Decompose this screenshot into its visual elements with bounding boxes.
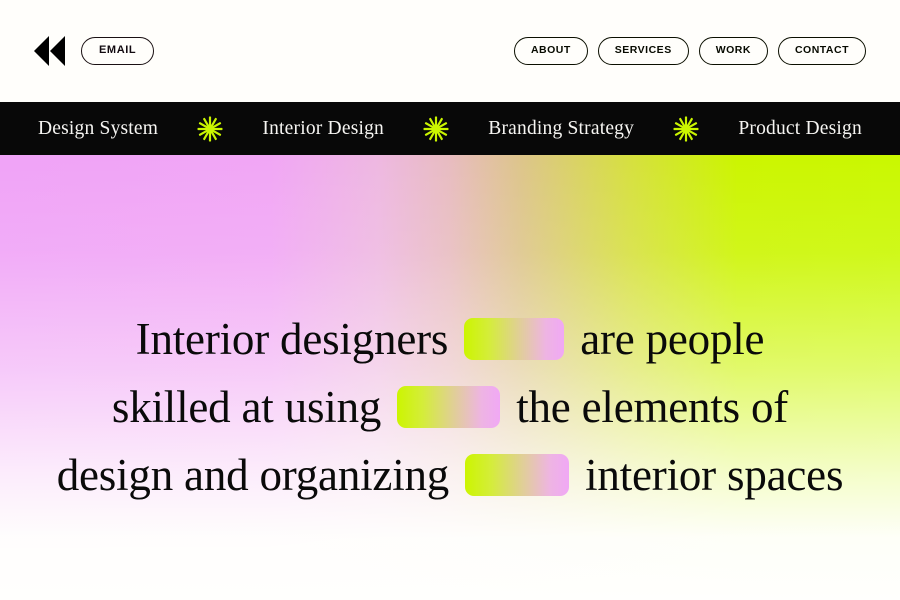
starburst-icon [673, 116, 699, 141]
hero-section: Interior designers are people skilled at… [0, 155, 900, 600]
hero-headline: Interior designers are people skilled at… [0, 305, 900, 509]
starburst-icon [423, 116, 449, 141]
rewind-triangle-2 [50, 36, 65, 66]
headline-line-2: skilled at using the elements of [0, 373, 900, 441]
rewind-triangle-1 [34, 36, 49, 66]
headline-text-1a: Interior designers [135, 314, 449, 364]
email-button[interactable]: EMAIL [81, 37, 155, 65]
site-header: EMAIL ABOUT SERVICES WORK CONTACT [0, 0, 900, 102]
ticker-item-product-design: Product Design [738, 117, 862, 139]
headline-text-3b: interior spaces [585, 450, 844, 500]
rewind-double-arrow-icon[interactable] [34, 36, 65, 66]
headline-text-1b: are people [580, 314, 765, 364]
page-root: EMAIL ABOUT SERVICES WORK CONTACT Design… [0, 0, 900, 600]
headline-gradient-pill-3 [465, 454, 570, 496]
ticker-item-interior-design: Interior Design [262, 117, 384, 139]
header-left-group: EMAIL [34, 36, 155, 66]
nav-item-contact[interactable]: CONTACT [777, 37, 866, 65]
nav-item-about[interactable]: ABOUT [513, 37, 588, 65]
nav-item-work[interactable]: WORK [698, 37, 768, 65]
headline-line-3: design and organizing interior spaces [0, 441, 900, 509]
ticker-item-branding-strategy: Branding Strategy [488, 117, 635, 139]
marquee-ticker-bar: Design System Interior Design Branding S… [0, 102, 900, 155]
headline-text-3a: design and organizing [56, 450, 450, 500]
header-nav: ABOUT SERVICES WORK CONTACT [513, 37, 866, 65]
headline-gradient-pill-1 [464, 318, 565, 360]
headline-line-1: Interior designers are people [0, 305, 900, 373]
headline-gradient-pill-2 [397, 386, 501, 428]
headline-text-2a: skilled at using [111, 382, 382, 432]
headline-text-2b: the elements of [516, 382, 789, 432]
ticker-item-design-system: Design System [38, 117, 159, 139]
nav-item-services[interactable]: SERVICES [597, 37, 689, 65]
starburst-icon [197, 116, 223, 141]
